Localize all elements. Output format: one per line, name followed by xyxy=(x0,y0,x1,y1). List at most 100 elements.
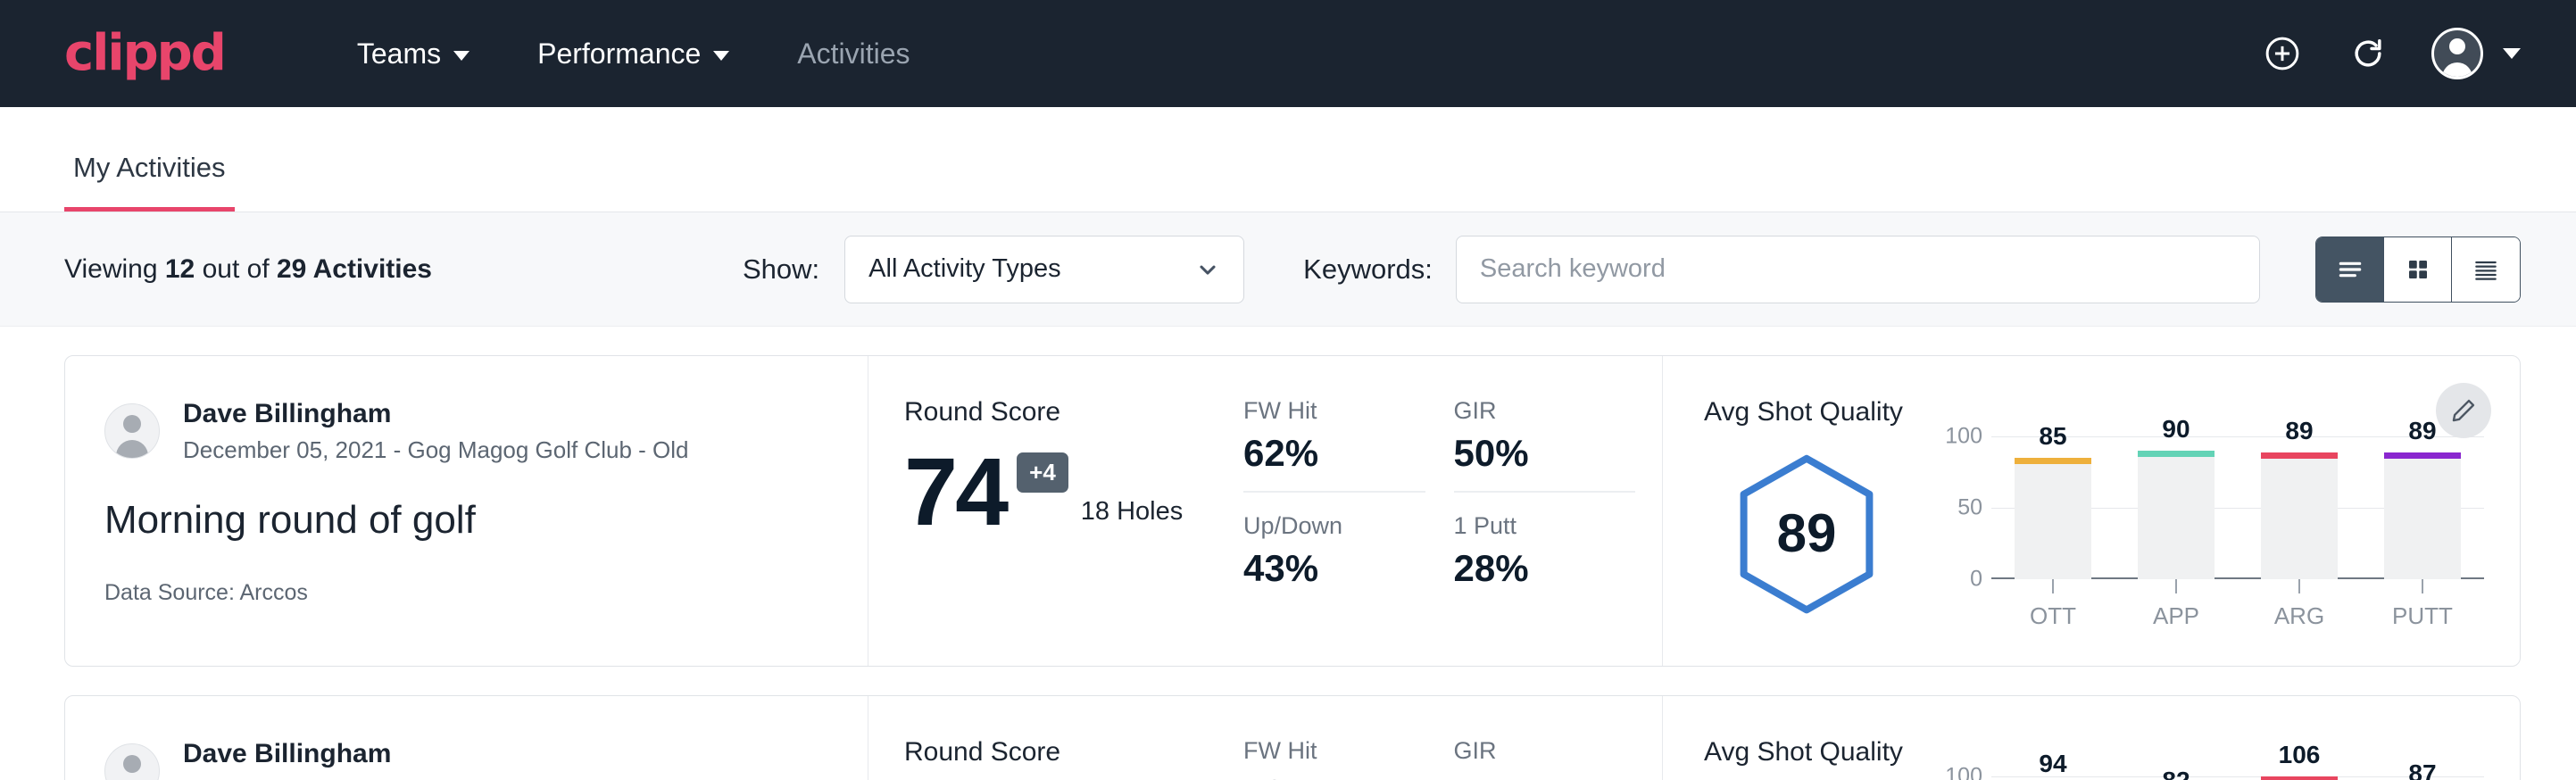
stat-fw-hit-label: FW Hit xyxy=(1243,397,1425,425)
chart-bar xyxy=(2261,452,2338,579)
chevron-down-icon xyxy=(713,51,729,61)
round-score-value: 74 xyxy=(904,447,1006,535)
chart-bar-value-label: 94 xyxy=(2015,750,2091,778)
activity-card-list: Dave Billingham December 05, 2021 - Gog … xyxy=(0,327,2576,780)
chart-bar-cap xyxy=(2384,452,2461,459)
chart-bar-column: 94 xyxy=(2015,776,2091,780)
nav-actions xyxy=(2260,28,2521,79)
chart-bar xyxy=(2015,458,2091,579)
show-label: Show: xyxy=(743,253,819,286)
chart-bar-value-label: 85 xyxy=(2015,422,2091,451)
search-input[interactable] xyxy=(1456,236,2260,303)
y-axis-tick: 50 xyxy=(1957,495,1982,521)
stat-gir-value: 50% xyxy=(1454,432,1636,475)
avg-shot-quality-column: Avg Shot Quality 050100948210687OTTAPPAR… xyxy=(1663,696,2520,780)
nav-item-activities[interactable]: Activities xyxy=(763,37,943,71)
keyword-filter-group: Keywords: xyxy=(1303,236,2521,303)
tab-bar: My Activities xyxy=(0,107,2576,212)
chart-bar-cap xyxy=(2015,458,2091,464)
player-avatar-icon xyxy=(104,403,160,459)
y-axis-tick: 100 xyxy=(1945,424,1982,450)
edit-activity-button[interactable] xyxy=(2436,383,2491,438)
chart-bar-column: 87 xyxy=(2384,776,2461,780)
refresh-icon[interactable] xyxy=(2346,31,2390,76)
avg-shot-quality-body: 89 05010085908989OTTAPPARGPUTT xyxy=(1704,436,2484,630)
player-name: Dave Billingham xyxy=(183,397,689,431)
stat-fw-hit: FW Hit 43% xyxy=(1243,737,1425,780)
round-stats-column: FW Hit 43% GIR 56% xyxy=(1243,696,1663,780)
tab-my-activities[interactable]: My Activities xyxy=(64,152,235,212)
plus-circle-icon[interactable] xyxy=(2260,31,2305,76)
bar-chart: 05010085908989OTTAPPARGPUTT xyxy=(1909,436,2484,630)
view-mode-toggle xyxy=(2315,236,2521,303)
stat-fw-hit-value: 43% xyxy=(1243,772,1425,780)
chart-bar-column: 89 xyxy=(2384,436,2461,579)
chart-x-labels: OTTAPPARGPUTT xyxy=(1991,602,2484,630)
list-view-button[interactable] xyxy=(2316,237,2384,302)
x-axis-category-label: OTT xyxy=(2015,602,2091,630)
y-axis-tick: 0 xyxy=(1970,567,1982,593)
viewing-middle: out of xyxy=(203,254,270,284)
chart-plot-area: 94 82 106 87 xyxy=(1991,776,2484,780)
avg-shot-quality-label: Avg Shot Quality xyxy=(1704,397,2484,427)
stat-gir-label: GIR xyxy=(1454,737,1636,765)
nav-item-performance-label: Performance xyxy=(537,37,701,71)
activity-card[interactable]: Dave Billingham October 16, 2021 - Gog M… xyxy=(64,695,2521,780)
round-stats-column: FW Hit 62% GIR 50% Up/Down 43% 1 Putt 28… xyxy=(1243,356,1663,666)
tab-my-activities-label: My Activities xyxy=(73,152,226,183)
nav-item-performance[interactable]: Performance xyxy=(503,37,763,71)
activity-player-header: Dave Billingham December 05, 2021 - Gog … xyxy=(104,397,832,466)
activity-info-column: Dave Billingham December 05, 2021 - Gog … xyxy=(65,356,868,666)
player-name: Dave Billingham xyxy=(183,737,751,771)
activity-title: Morning round of golf xyxy=(104,498,832,543)
chart-bar-column: 82 xyxy=(2138,776,2215,780)
account-menu[interactable] xyxy=(2431,28,2521,79)
y-axis-tick: 100 xyxy=(1945,764,1982,780)
shot-quality-chart: 050100948210687OTTAPPARGPUTT xyxy=(1909,776,2484,780)
activity-data-source: Data Source: Arccos xyxy=(104,580,832,606)
score-to-par-badge: +4 xyxy=(1017,452,1068,493)
stat-one-putt-value: 28% xyxy=(1454,547,1636,590)
chart-bar xyxy=(2384,452,2461,579)
round-score-label: Round Score xyxy=(904,737,1243,768)
avg-shot-quality-column: Avg Shot Quality 89 05010085908989OTTAPP… xyxy=(1663,356,2520,666)
pencil-icon xyxy=(2449,396,2478,425)
chart-bar-cap xyxy=(2261,776,2338,780)
avg-shot-quality-value: 89 xyxy=(1735,454,1878,613)
grid-icon xyxy=(2405,256,2431,283)
stat-fw-hit: FW Hit 62% xyxy=(1243,397,1425,493)
activity-type-select[interactable]: All Activity Types xyxy=(844,236,1244,303)
nav-item-activities-label: Activities xyxy=(797,37,910,71)
brand-logo[interactable]: clippd xyxy=(64,29,225,79)
viewing-prefix: Viewing xyxy=(64,254,158,284)
chevron-down-icon xyxy=(2503,48,2521,59)
chart-bar xyxy=(2138,451,2215,579)
stat-up-down-label: Up/Down xyxy=(1243,512,1425,540)
activity-card[interactable]: Dave Billingham December 05, 2021 - Gog … xyxy=(64,355,2521,667)
chart-plot-area: 85908989 xyxy=(1991,436,2484,579)
nav-item-teams[interactable]: Teams xyxy=(323,37,503,71)
chart-bar-value-label: 90 xyxy=(2138,415,2215,444)
stat-fw-hit-value: 62% xyxy=(1243,432,1425,475)
shot-quality-chart: 05010085908989OTTAPPARGPUTT xyxy=(1909,436,2484,630)
activity-type-value: All Activity Types xyxy=(868,254,1195,284)
show-filter-group: Show: All Activity Types xyxy=(743,236,1244,303)
x-axis-tick xyxy=(2138,579,2215,593)
chart-bars: 85908989 xyxy=(1991,436,2484,579)
compact-view-button[interactable] xyxy=(2452,237,2520,302)
x-axis-tick xyxy=(2384,579,2461,593)
chart-bar-column: 90 xyxy=(2138,436,2215,579)
chart-y-axis: 050100 xyxy=(1936,436,1991,579)
viewing-count: 12 xyxy=(165,254,195,284)
keywords-label: Keywords: xyxy=(1303,253,1433,286)
stat-gir-value: 56% xyxy=(1454,772,1636,780)
primary-nav: Teams Performance Activities xyxy=(323,37,944,71)
avg-shot-quality-label: Avg Shot Quality xyxy=(1704,737,2484,768)
stat-one-putt-label: 1 Putt xyxy=(1454,512,1636,540)
stat-fw-hit-label: FW Hit xyxy=(1243,737,1425,765)
chart-bar-column: 106 xyxy=(2261,776,2338,780)
stat-one-putt: 1 Putt 28% xyxy=(1454,512,1636,606)
activity-date-course: October 16, 2021 - Gog Magog Golf Club -… xyxy=(183,775,751,780)
player-avatar-icon xyxy=(104,743,160,780)
grid-view-button[interactable] xyxy=(2384,237,2452,302)
